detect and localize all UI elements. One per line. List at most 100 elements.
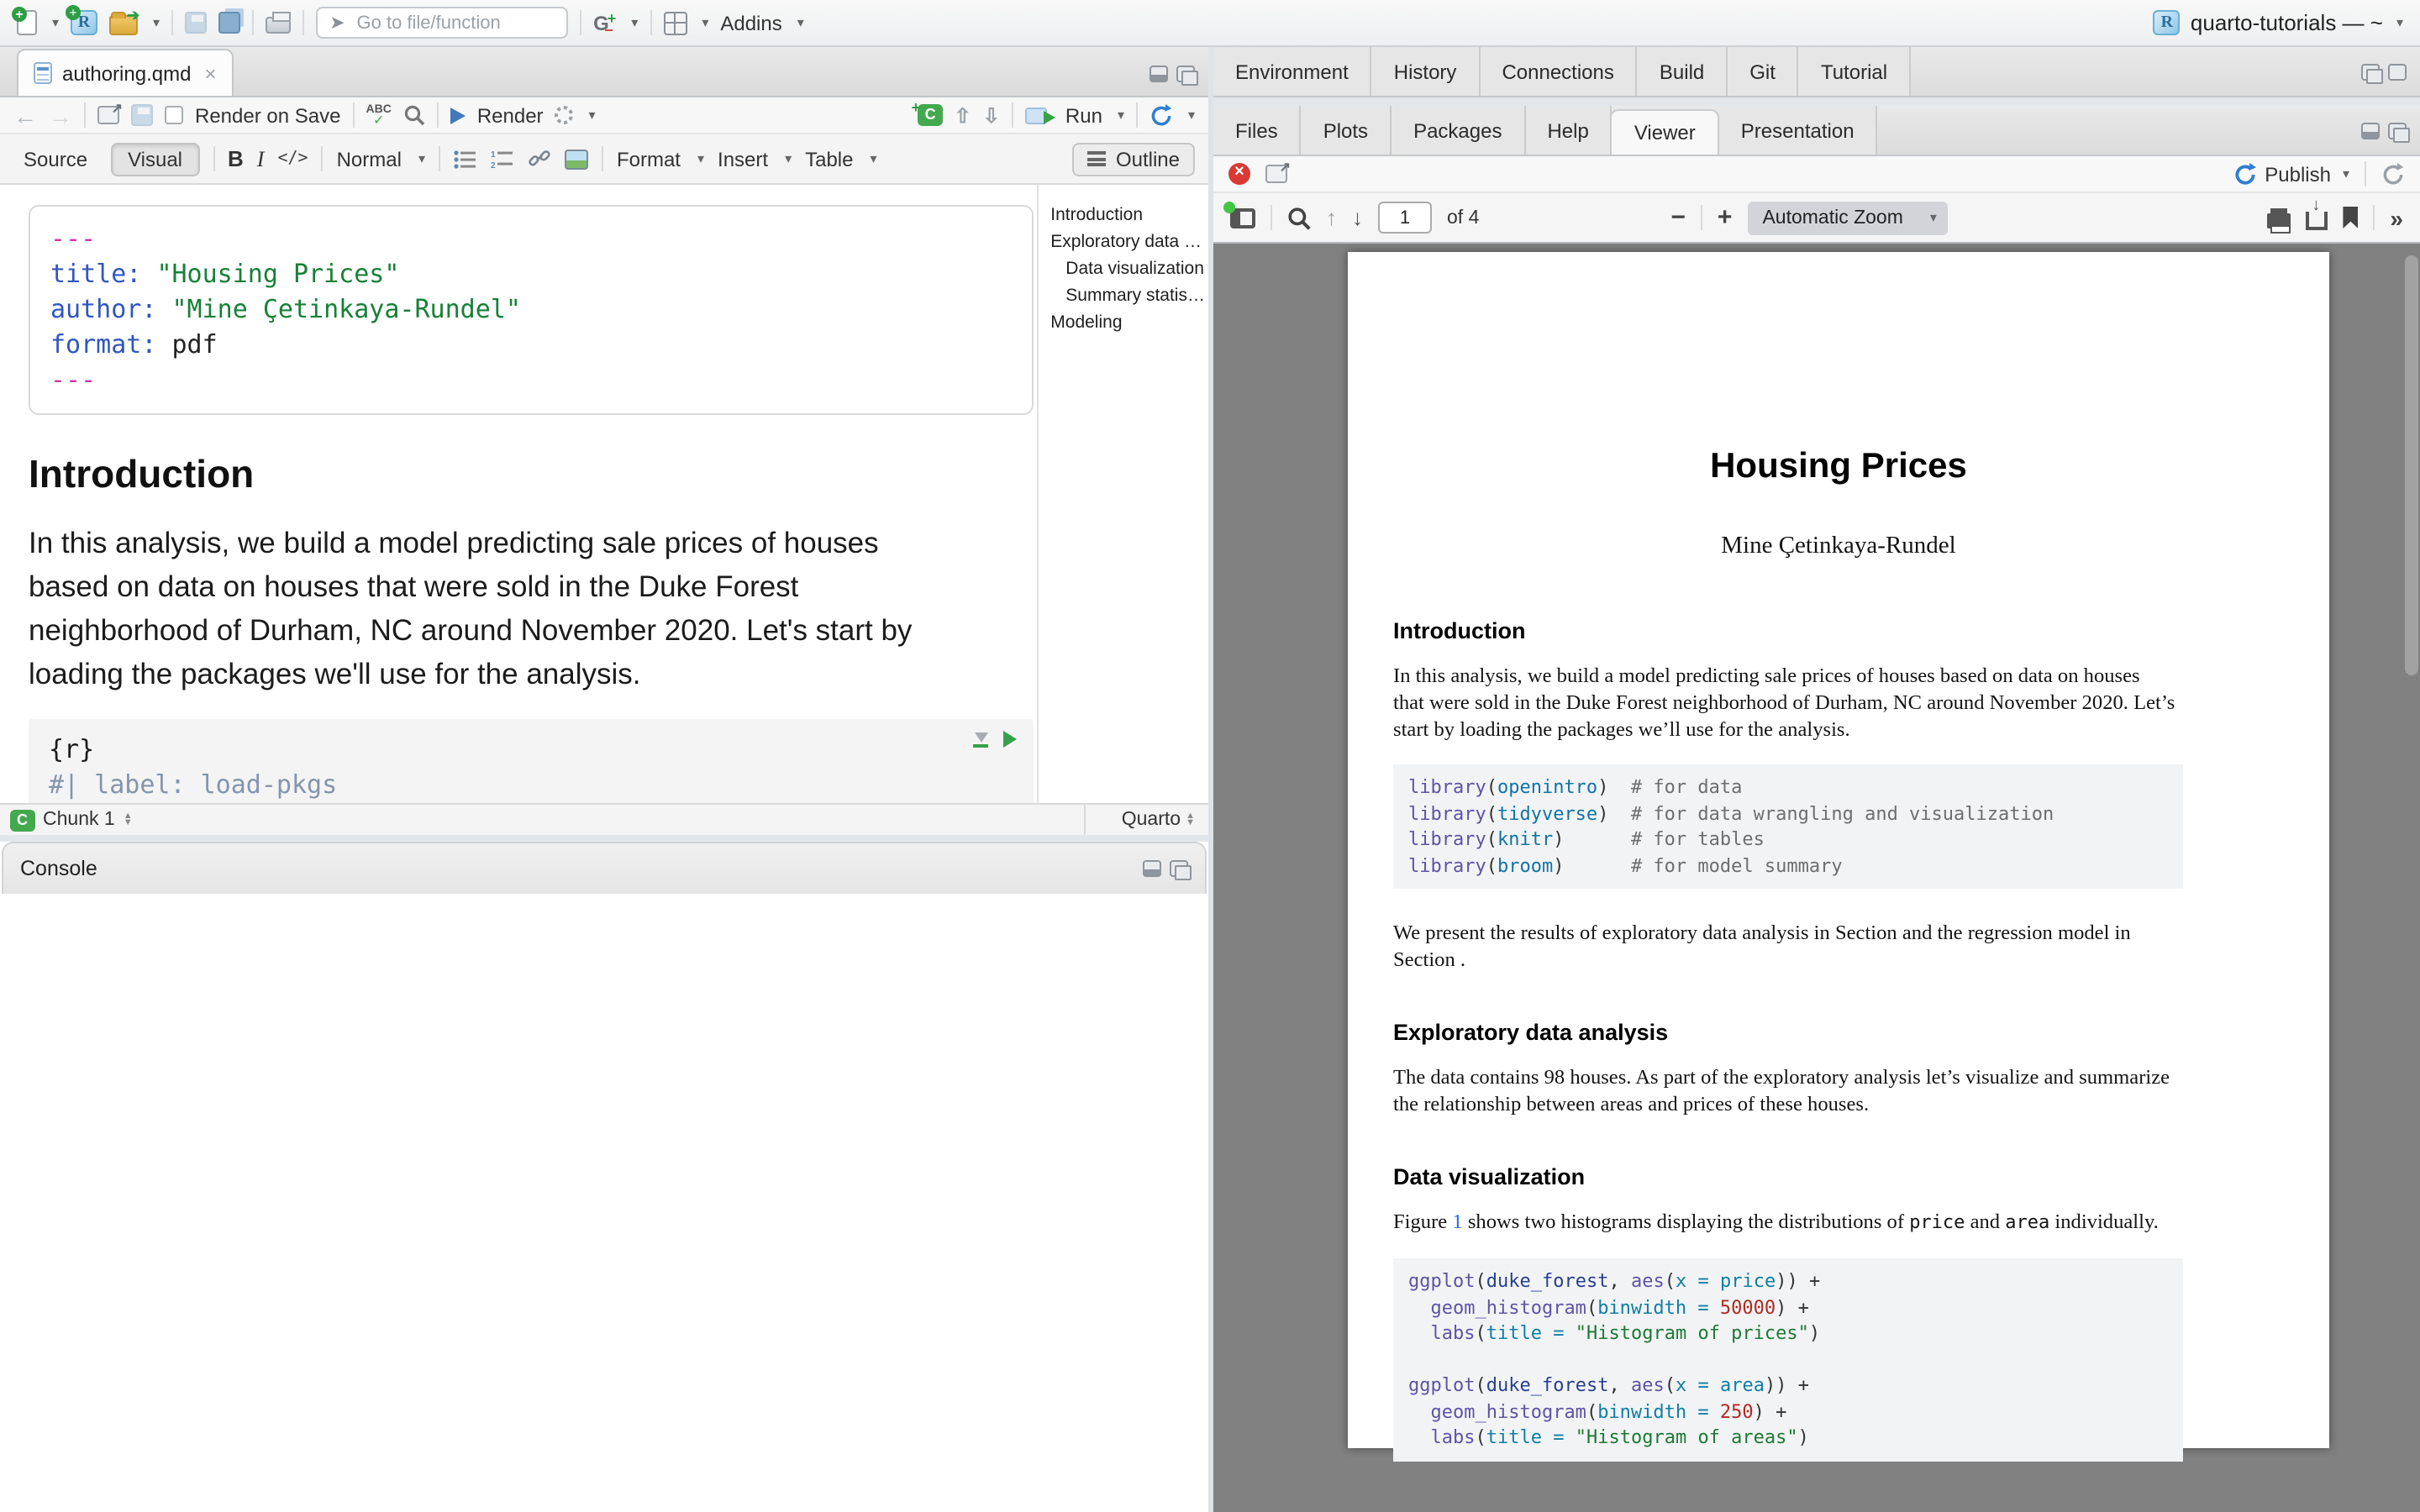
render-icon[interactable] [450,107,466,123]
run-all-chunks-above-icon[interactable] [973,732,988,747]
pdf-zoom-out-icon[interactable]: − [1670,203,1686,232]
tab-packages[interactable]: Packages [1392,106,1525,155]
refresh-viewer-icon[interactable] [2381,162,2405,186]
insert-chunk-icon[interactable]: C [918,104,943,126]
outline-item-modeling[interactable]: Modeling [1050,309,1205,336]
outline-item-eda[interactable]: Exploratory data … [1050,228,1205,255]
outline-toggle-button[interactable]: Outline [1072,142,1195,176]
addins-menu[interactable]: Addins [720,11,781,34]
format-menu[interactable]: Format [617,147,681,171]
bold-button[interactable]: B [228,146,244,171]
chunk-position-label[interactable]: Chunk 1 [43,810,115,830]
pdf-scrollbar-thumb[interactable] [2405,255,2418,675]
outline-item-introduction[interactable]: Introduction [1050,202,1205,228]
pdf-viewport[interactable]: Housing Prices Mine Çetinkaya-Rundel Int… [1213,244,2420,1512]
new-file-icon[interactable]: + [17,10,37,35]
document-options-gear-icon[interactable] [555,106,574,124]
tab-plots[interactable]: Plots [1302,106,1392,155]
pane-layout-caret-icon[interactable]: ▾ [702,15,708,30]
open-file-caret-icon[interactable]: ▾ [153,15,160,30]
pdf-zoom-select[interactable]: Automatic Zoom ▾ [1747,201,1949,234]
back-icon[interactable]: ← [13,102,37,129]
run-icon[interactable] [1025,107,1047,123]
pdf-sidebar-toggle-icon[interactable] [1230,207,1255,228]
publish-button[interactable]: Publish ▾ [2233,162,2349,186]
r-code-chunk[interactable]: {r}#| label: load-pkgs#| code-summary: "… [29,719,1034,803]
maximize-pane-icon[interactable] [1176,66,1195,82]
table-menu[interactable]: Table [805,147,853,171]
goto-file-search[interactable]: ➤ [316,7,568,39]
pdf-bookmark-icon[interactable] [2343,207,2358,228]
pdf-more-tools-icon[interactable]: » [2390,204,2403,231]
forward-icon[interactable]: → [49,102,72,129]
popout-viewer-icon[interactable] [1265,165,1287,183]
language-mode-label[interactable]: Quarto [1122,810,1181,830]
paragraph-style-select[interactable]: Normal [337,147,402,171]
pdf-download-icon[interactable] [2306,212,2328,230]
console-body[interactable] [0,894,1208,1512]
version-control-caret-icon[interactable]: ▾ [631,15,638,30]
yaml-metadata-block[interactable]: ---title: "Housing Prices"author: "Mine … [29,205,1034,415]
run-button[interactable]: Run [1065,103,1102,127]
mode-spinner-icon[interactable]: ▲▼ [1186,813,1195,827]
format-menu-caret-icon[interactable]: ▾ [697,151,704,166]
open-file-icon[interactable] [109,15,138,35]
run-caret-icon[interactable]: ▾ [1118,108,1124,123]
maximize-pane-icon[interactable] [2388,63,2407,80]
tab-git[interactable]: Git [1728,47,1799,96]
chunk-spinner-icon[interactable]: ▲▼ [124,813,133,827]
popout-editor-icon[interactable] [97,106,119,124]
go-previous-chunk-icon[interactable]: ⇧ [955,103,971,127]
project-menu[interactable]: quarto-tutorials — ~ ▾ [2154,10,2403,35]
spellcheck-icon[interactable]: ABC✓ [366,103,391,127]
pdf-scrollbar[interactable] [2403,249,2418,1507]
pdf-zoom-in-icon[interactable]: + [1718,203,1733,232]
tab-environment[interactable]: Environment [1213,47,1372,96]
numbered-list-icon[interactable]: 12 [491,149,514,169]
minimize-console-icon[interactable] [1143,860,1161,877]
find-replace-icon[interactable] [403,104,425,126]
link-icon[interactable] [528,148,551,170]
save-doc-icon[interactable] [131,104,153,126]
outline-item-summary-statistics[interactable]: Summary statis… [1050,282,1205,309]
render-on-save-checkbox[interactable] [165,106,183,124]
minimize-pane-icon[interactable] [1150,66,1168,82]
insert-image-icon[interactable] [565,149,588,169]
insert-menu[interactable]: Insert [718,147,768,171]
code-format-button[interactable]: </> [277,150,308,168]
bullet-list-icon[interactable] [454,149,477,169]
minimize-pane-icon[interactable] [2361,63,2380,80]
goto-file-input[interactable] [354,11,555,34]
stop-viewer-icon[interactable] [1228,163,1250,185]
editor-tab-authoring-qmd[interactable]: authoring.qmd × [17,49,233,96]
source-mode-button[interactable]: Source [13,144,97,174]
rerun-caret-icon[interactable]: ▾ [1188,108,1195,123]
addins-caret-icon[interactable]: ▾ [797,15,804,30]
pane-layout-icon[interactable] [663,11,687,34]
pdf-previous-page-icon[interactable]: ↑ [1326,205,1337,230]
tab-viewer[interactable]: Viewer [1611,109,1719,155]
close-tab-icon[interactable]: × [204,61,216,85]
paragraph-style-caret-icon[interactable]: ▾ [418,151,425,166]
pdf-search-icon[interactable] [1287,206,1311,229]
maximize-console-icon[interactable] [1170,860,1188,877]
pdf-print-icon[interactable] [2267,213,2291,228]
minimize-pane-icon[interactable] [2361,122,2380,139]
outline-item-data-visualization[interactable]: Data visualization [1050,255,1205,282]
tab-files[interactable]: Files [1213,106,1302,155]
new-file-caret-icon[interactable]: ▾ [52,15,59,30]
tab-build[interactable]: Build [1638,47,1728,96]
version-control-icon[interactable]: G+− [593,13,616,33]
table-menu-caret-icon[interactable]: ▾ [870,151,876,166]
insert-menu-caret-icon[interactable]: ▾ [785,151,792,166]
pdf-next-page-icon[interactable]: ↓ [1352,205,1363,230]
tab-help[interactable]: Help [1525,106,1612,155]
print-icon[interactable] [266,17,291,34]
tab-connections[interactable]: Connections [1480,47,1637,96]
render-button[interactable]: Render [477,103,544,127]
italic-button[interactable]: I [257,145,265,172]
tab-presentation[interactable]: Presentation [1719,106,1878,155]
pdf-page-number-input[interactable] [1378,202,1432,234]
tab-tutorial[interactable]: Tutorial [1799,47,1911,96]
rerun-icon[interactable] [1150,103,1173,127]
